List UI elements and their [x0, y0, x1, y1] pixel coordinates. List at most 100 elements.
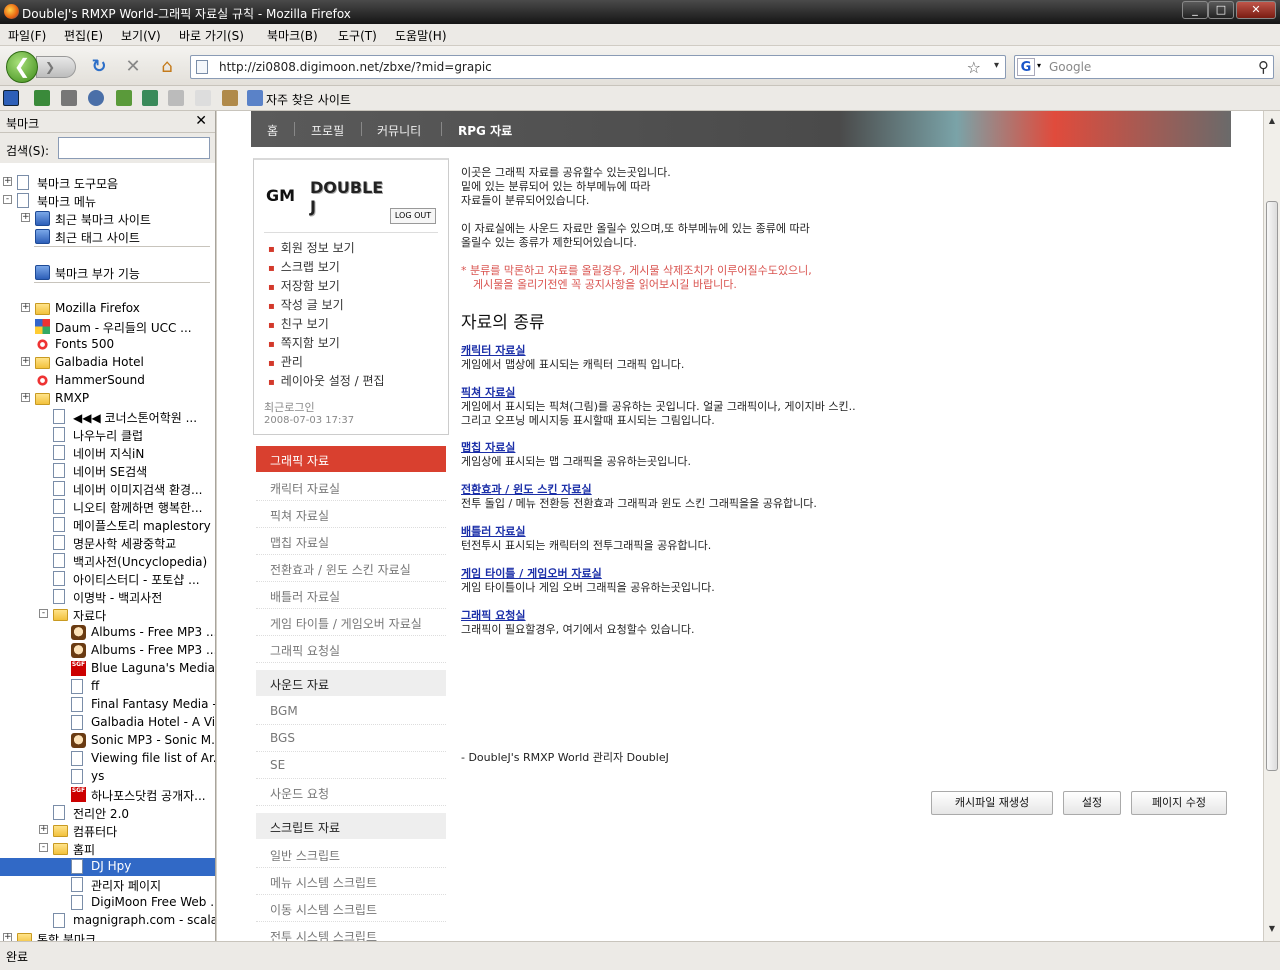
print-icon[interactable]: [61, 90, 77, 106]
sidebar-bookmark-item[interactable]: DJ Hpy: [0, 858, 215, 876]
sidebar-bookmark-item[interactable]: + 컴퓨터다: [0, 822, 215, 840]
collapse-icon[interactable]: -: [39, 843, 48, 852]
menu-file[interactable]: 파일(F): [8, 27, 46, 44]
sidebar-bookmark-item[interactable]: 아이티스터디 - 포토샵 ...: [0, 570, 215, 588]
member-menu-item[interactable]: ▪ 쪽지함 보기: [268, 334, 340, 351]
sidebar-bookmark-item[interactable]: 니오티 함께하면 행복한...: [0, 498, 215, 516]
menu-edit[interactable]: 편집(E): [64, 27, 103, 44]
url-text[interactable]: http://zi0808.digimoon.net/zbxe/?mid=gra…: [219, 60, 492, 74]
expand-icon[interactable]: +: [21, 393, 30, 402]
sidebar-bookmark-item[interactable]: 나우누리 클럽: [0, 426, 215, 444]
sidebar-bookmark-item[interactable]: Fonts 500: [0, 336, 215, 354]
close-icon[interactable]: ✕: [195, 113, 207, 129]
back-button[interactable]: ❮: [6, 51, 38, 83]
expand-icon[interactable]: +: [21, 303, 30, 312]
scroll-down-icon[interactable]: ▼: [1265, 921, 1279, 937]
sidebar-bookmark-item[interactable]: ys: [0, 768, 215, 786]
search-bar[interactable]: G ▾ Google ⚲: [1014, 55, 1274, 79]
scroll-thumb[interactable]: [1266, 201, 1278, 771]
category-item[interactable]: 일반 스크립트: [256, 841, 446, 868]
close-window-button[interactable]: ✕: [1236, 1, 1276, 19]
member-menu-item[interactable]: ▪ 친구 보기: [268, 315, 329, 332]
sidebar-bookmark-item[interactable]: HammerSound: [0, 372, 215, 390]
sidebar-bookmark-item[interactable]: Albums - Free MP3 ...: [0, 624, 215, 642]
sidebar-bookmark-item[interactable]: ff: [0, 678, 215, 696]
history-icon[interactable]: [88, 90, 104, 106]
sidebar-bookmark-item[interactable]: SGF 하나포스닷컴 공개자...: [0, 786, 215, 804]
sidebar-bookmark-item[interactable]: + Galbadia Hotel: [0, 354, 215, 372]
category-item[interactable]: 캐릭터 자료실: [256, 474, 446, 501]
category-item[interactable]: 메뉴 시스템 스크립트: [256, 868, 446, 895]
download-icon[interactable]: [34, 90, 50, 106]
sidebar-bookmark-item[interactable]: Albums - Free MP3 ...: [0, 642, 215, 660]
sidebar-bookmark-item[interactable]: 이명박 - 백괴사전: [0, 588, 215, 606]
new-tab-icon[interactable]: [116, 90, 132, 106]
edit-page-button[interactable]: 페이지 수정: [1131, 791, 1227, 815]
sidebar-bookmark-item[interactable]: Viewing file list of Ar...: [0, 750, 215, 768]
sidebar-bookmark-item[interactable]: 관리자 페이지: [0, 876, 215, 894]
vertical-scrollbar[interactable]: ▲ ▼: [1263, 111, 1280, 941]
collapse-icon[interactable]: -: [3, 195, 12, 204]
sidebar-bookmark-item[interactable]: 전리안 2.0: [0, 804, 215, 822]
collapse-icon[interactable]: -: [39, 609, 48, 618]
sidebar-bookmark-item[interactable]: DigiMoon Free Web ...: [0, 894, 215, 912]
member-menu-item[interactable]: ▪ 관리: [268, 353, 303, 370]
category-heading[interactable]: 스크립트 자료: [256, 813, 446, 839]
google-engine-icon[interactable]: G: [1017, 58, 1035, 76]
sidebar-bookmark-item[interactable]: + 북마크 도구모음: [0, 174, 215, 192]
expand-icon[interactable]: +: [39, 825, 48, 834]
category-heading[interactable]: 사운드 자료: [256, 670, 446, 696]
cut-icon[interactable]: [168, 90, 184, 106]
reload-icon[interactable]: ↻: [88, 56, 110, 78]
sidebar-bookmark-item[interactable]: 네이버 지식iN: [0, 444, 215, 462]
menu-bookmarks[interactable]: 북마크(B): [267, 27, 318, 44]
category-item[interactable]: BGS: [256, 725, 446, 752]
paste-icon[interactable]: [222, 90, 238, 106]
sidebar-bookmark-item[interactable]: ◀◀◀ 코너스톤어학원 ...: [0, 408, 215, 426]
category-item[interactable]: BGM: [256, 698, 446, 725]
category-item[interactable]: 사운드 요청: [256, 779, 446, 806]
menu-tools[interactable]: 도구(T): [338, 27, 377, 44]
category-item[interactable]: SE: [256, 752, 446, 779]
minimize-button[interactable]: _: [1182, 1, 1208, 19]
smart-bookmark-icon[interactable]: [247, 90, 263, 106]
menu-go[interactable]: 바로 가기(S): [179, 27, 244, 44]
sidebar-bookmark-item[interactable]: Daum - 우리들의 UCC ...: [0, 318, 215, 336]
member-menu-item[interactable]: ▪ 스크랩 보기: [268, 258, 340, 275]
sidebar-bookmark-item[interactable]: + 최근 북마크 사이트: [0, 210, 215, 228]
sidebar-bookmark-item[interactable]: + RMXP: [0, 390, 215, 408]
category-item[interactable]: 이동 시스템 스크립트: [256, 895, 446, 922]
category-item[interactable]: 전환효과 / 윈도 스킨 자료실: [256, 555, 446, 582]
sidebar-bookmark-item[interactable]: 최근 태그 사이트: [0, 228, 215, 246]
scroll-up-icon[interactable]: ▲: [1265, 113, 1279, 129]
sidebar-bookmark-item[interactable]: 네이버 이미지검색 환경...: [0, 480, 215, 498]
menu-help[interactable]: 도움말(H): [395, 27, 447, 44]
category-item[interactable]: 배틀러 자료실: [256, 582, 446, 609]
category-item[interactable]: 픽쳐 자료실: [256, 501, 446, 528]
site-nav-rpg[interactable]: RPG 자료: [458, 122, 512, 139]
logout-button[interactable]: LOG OUT: [390, 208, 436, 224]
sidebar-bookmark-item[interactable]: - 자료다: [0, 606, 215, 624]
forward-button[interactable]: ❯: [36, 56, 76, 78]
copy-icon[interactable]: [195, 90, 211, 106]
new-window-icon[interactable]: [142, 90, 158, 106]
sidebar-search-input[interactable]: [58, 137, 210, 159]
stop-icon[interactable]: ✕: [122, 56, 144, 78]
expand-icon[interactable]: +: [21, 357, 30, 366]
site-nav-profile[interactable]: 프로필: [311, 122, 344, 139]
sidebar-bookmark-item[interactable]: 네이버 SE검색: [0, 462, 215, 480]
sidebar-bookmark-item[interactable]: + Mozilla Firefox: [0, 300, 215, 318]
sidebar-bookmark-item[interactable]: 북마크 부가 기능: [0, 264, 215, 282]
sidebar-bookmark-item[interactable]: 메이플스토리 maplestory: [0, 516, 215, 534]
sidebar-bookmark-item[interactable]: - 홈피: [0, 840, 215, 858]
member-menu-item[interactable]: ▪ 저장함 보기: [268, 277, 340, 294]
member-menu-item[interactable]: ▪ 회원 정보 보기: [268, 239, 355, 256]
expand-icon[interactable]: +: [3, 177, 12, 186]
sidebar-bookmark-item[interactable]: 백괴사전(Uncyclopedia): [0, 552, 215, 570]
sidebar-toggle-icon[interactable]: [3, 90, 19, 106]
bookmark-star-icon[interactable]: ☆: [967, 58, 981, 77]
menu-view[interactable]: 보기(V): [121, 27, 161, 44]
sidebar-bookmark-item[interactable]: Sonic MP3 - Sonic M...: [0, 732, 215, 750]
category-item[interactable]: 그래픽 요청실: [256, 636, 446, 663]
expand-icon[interactable]: +: [21, 213, 30, 222]
